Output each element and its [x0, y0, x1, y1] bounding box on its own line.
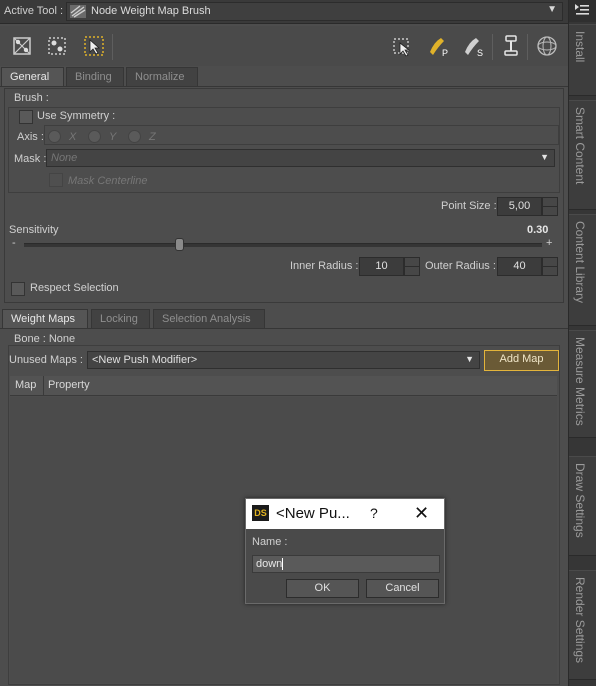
active-tool-bar: Active Tool : Node Weight Map Brush ▼	[0, 0, 568, 24]
column-divider	[43, 376, 44, 396]
axis-z-radio[interactable]	[128, 130, 141, 143]
outer-radius-spinner[interactable]	[542, 257, 558, 276]
mask-dropdown[interactable]: None ▼	[46, 149, 555, 167]
tool-icon-toolbar: P S	[0, 26, 568, 66]
sensitivity-slider-handle[interactable]	[175, 238, 185, 251]
side-tab-content-library[interactable]: Content Library	[569, 214, 596, 326]
tab-general[interactable]: General	[1, 67, 64, 86]
tab-binding[interactable]: Binding	[66, 67, 124, 86]
chevron-down-icon: ▼	[540, 152, 549, 162]
respect-selection-label: Respect Selection	[30, 282, 119, 294]
name-input[interactable]: down	[252, 555, 440, 573]
tab-weight-maps[interactable]: Weight Maps	[2, 309, 88, 328]
maps-table-header: Map Property	[10, 376, 557, 396]
paint-brush-icon[interactable]: P	[427, 34, 451, 58]
bone-label: Bone : None	[14, 333, 76, 345]
unused-maps-dropdown[interactable]: <New Push Modifier> ▼	[87, 351, 480, 369]
use-symmetry-label: Use Symmetry :	[37, 110, 116, 122]
mask-centerline-checkbox[interactable]	[49, 173, 63, 187]
outer-radius-field[interactable]: 40	[497, 257, 542, 276]
brush-group-label: Brush :	[14, 92, 49, 104]
axis-x-label: X	[69, 131, 77, 143]
tab-locking[interactable]: Locking	[91, 309, 150, 328]
respect-selection-checkbox[interactable]	[11, 282, 25, 296]
sensitivity-label: Sensitivity	[9, 224, 59, 236]
name-input-value: down	[256, 558, 283, 570]
node-weight-brush-tool-icon	[70, 5, 86, 18]
active-tool-label: Active Tool :	[4, 5, 64, 17]
unused-maps-label: Unused Maps :	[9, 354, 83, 366]
dialog-title-bar: DS <New Pu... ? ✕	[246, 499, 444, 529]
side-tab-draw-settings[interactable]: Draw Settings	[569, 456, 596, 556]
axis-y-label: Y	[109, 131, 117, 143]
axis-label: Axis :	[17, 131, 44, 143]
toolbar-separator	[492, 34, 493, 60]
cancel-button[interactable]: Cancel	[366, 579, 439, 598]
sensitivity-slider-track[interactable]	[24, 243, 542, 247]
point-size-field[interactable]: 5,00	[497, 197, 542, 216]
right-sidebar: Install Smart Content Content Library Me…	[568, 0, 596, 686]
active-tool-value: Node Weight Map Brush	[91, 5, 211, 17]
daz-studio-logo: DS	[252, 505, 269, 521]
inner-radius-label: Inner Radius :	[290, 260, 359, 272]
smooth-brush-icon[interactable]: S	[462, 34, 486, 58]
mask-label: Mask :	[14, 153, 47, 165]
point-size-spinner[interactable]	[542, 197, 558, 216]
sensitivity-value: 0.30	[527, 224, 549, 236]
tab-normalize[interactable]: Normalize	[126, 67, 198, 86]
tab-divider	[0, 328, 568, 329]
toolbar-separator	[112, 34, 113, 60]
add-map-button[interactable]: Add Map	[484, 350, 559, 371]
axis-y-radio[interactable]	[88, 130, 101, 143]
column-header-map[interactable]: Map	[15, 379, 36, 391]
weight-map-tool-icon[interactable]	[10, 34, 34, 58]
tab-divider	[0, 86, 568, 87]
name-label: Name :	[252, 536, 288, 548]
pin-icon[interactable]	[499, 34, 523, 58]
sensitivity-plus: +	[546, 237, 553, 249]
text-cursor	[282, 558, 284, 571]
smooth-brush-letter: S	[477, 48, 483, 58]
paint-brush-letter: P	[442, 48, 448, 58]
ok-button[interactable]: OK	[286, 579, 359, 598]
chevron-down-icon: ▼	[465, 354, 474, 364]
close-button[interactable]: ✕	[414, 503, 429, 524]
side-tab-install[interactable]: Install	[569, 24, 596, 96]
inner-radius-field[interactable]: 10	[359, 257, 404, 276]
sensitivity-minus: -	[12, 237, 16, 249]
dialog-title: <New Pu...	[276, 505, 350, 522]
use-symmetry-checkbox[interactable]	[19, 110, 33, 124]
axis-x-radio[interactable]	[48, 130, 61, 143]
chevron-down-icon: ▼	[547, 4, 557, 15]
active-tool-dropdown[interactable]: Node Weight Map Brush ▼	[66, 2, 563, 21]
panel-menu[interactable]	[569, 0, 596, 22]
mask-centerline-label: Mask Centerline	[68, 175, 148, 187]
outer-radius-label: Outer Radius :	[425, 260, 496, 272]
panel-menu-icon	[575, 4, 589, 15]
mask-value: None	[51, 152, 78, 164]
side-tab-smart-content[interactable]: Smart Content	[569, 100, 596, 210]
side-tab-render-settings[interactable]: Render Settings	[569, 570, 596, 680]
side-tab-measure-metrics[interactable]: Measure Metrics	[569, 330, 596, 438]
point-size-label: Point Size :	[441, 200, 497, 212]
node-weight-brush-icon[interactable]	[82, 34, 106, 58]
unused-maps-value: <New Push Modifier>	[92, 354, 198, 366]
toolbar-separator	[527, 34, 528, 60]
brush-settings-icon[interactable]	[390, 34, 414, 58]
column-header-property[interactable]: Property	[48, 379, 90, 391]
tab-selection-analysis[interactable]: Selection Analysis	[153, 309, 265, 328]
axis-z-label: Z	[149, 131, 156, 143]
new-push-modifier-dialog: DS <New Pu... ? ✕ Name : down OK Cancel	[245, 498, 445, 604]
sphere-icon[interactable]	[535, 34, 559, 58]
help-button[interactable]: ?	[370, 505, 378, 521]
node-select-icon[interactable]	[45, 34, 69, 58]
symmetry-axis-box	[44, 125, 559, 145]
inner-radius-spinner[interactable]	[404, 257, 420, 276]
